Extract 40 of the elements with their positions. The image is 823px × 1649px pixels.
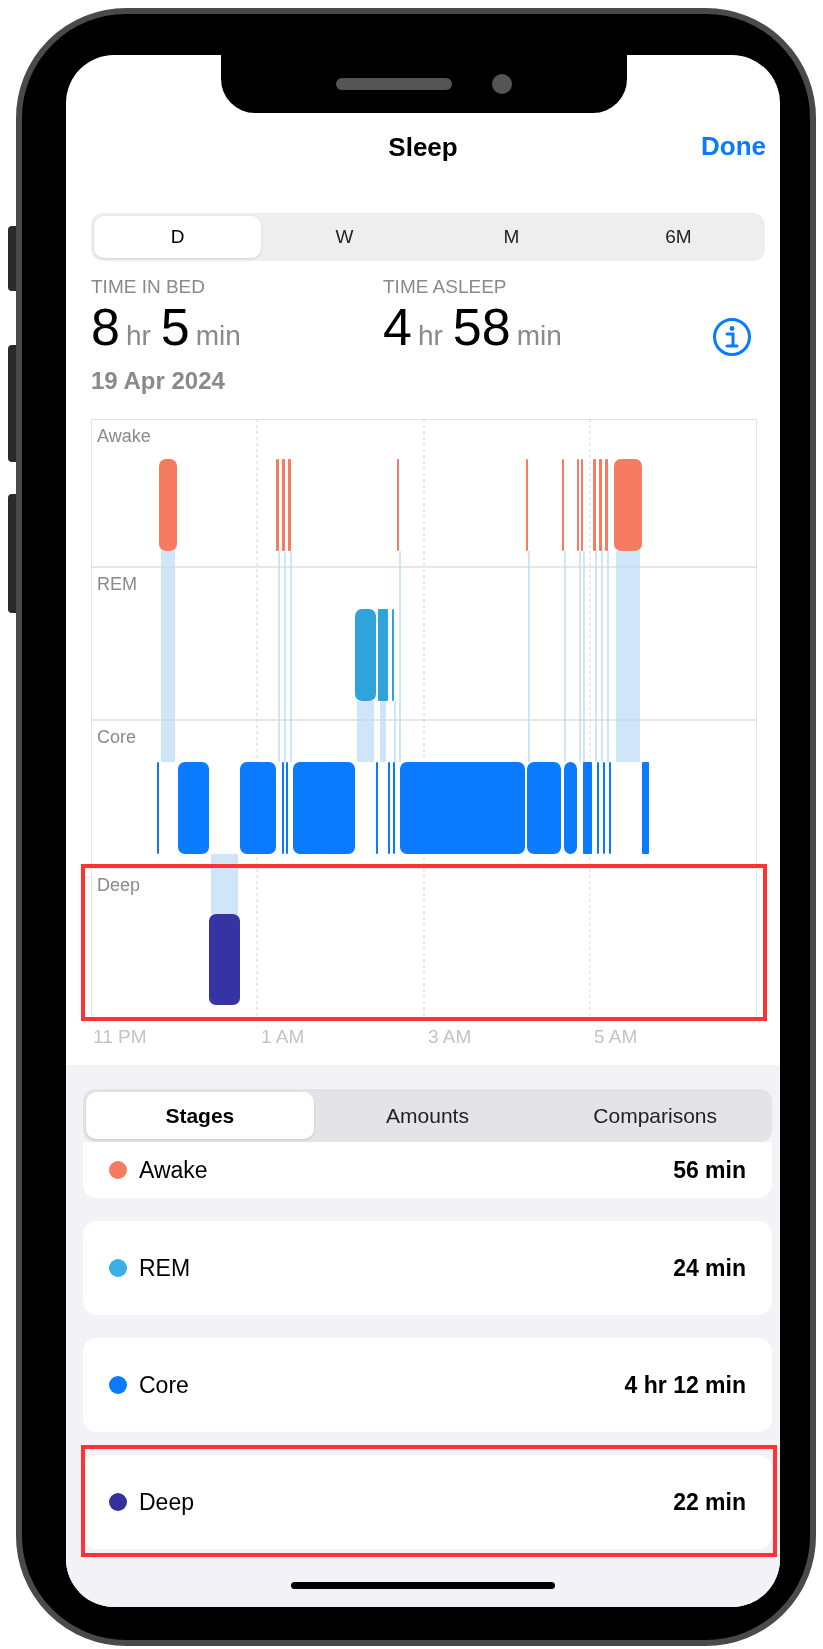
date-label: 19 Apr 2024 bbox=[91, 366, 226, 396]
stage-duration: 56 min bbox=[673, 1155, 746, 1185]
stat-label: TIME ASLEEP bbox=[383, 275, 508, 299]
range-tab[interactable]: M bbox=[428, 216, 595, 258]
stage-duration: 4 hr 12 min bbox=[624, 1370, 746, 1400]
stat-value: 4 bbox=[383, 299, 412, 355]
view-tab[interactable]: Stages bbox=[86, 1092, 314, 1139]
stat-unit: hr bbox=[417, 319, 443, 353]
range-tab[interactable]: W bbox=[261, 216, 428, 258]
range-tab[interactable]: 6M bbox=[595, 216, 762, 258]
stage-transition bbox=[357, 701, 374, 762]
view-tab[interactable]: Comparisons bbox=[541, 1092, 769, 1139]
time-axis-label: 5 AM bbox=[594, 1025, 638, 1049]
stat-unit: min bbox=[195, 319, 241, 353]
time-axis-label: 3 AM bbox=[428, 1025, 472, 1049]
stat-value: 5 bbox=[160, 299, 190, 355]
range-tab[interactable]: D bbox=[94, 216, 261, 258]
stat-value: 8 bbox=[91, 299, 120, 355]
view-tab[interactable]: Amounts bbox=[313, 1092, 542, 1139]
done-button[interactable]: Done bbox=[701, 127, 766, 166]
stage-name: REM bbox=[139, 1253, 191, 1283]
stage-row[interactable]: Core 4 hr 12 min bbox=[83, 1338, 772, 1432]
stage-name: Awake bbox=[139, 1155, 208, 1185]
screen-title: Sleep bbox=[388, 130, 458, 164]
stage-duration: 22 min bbox=[673, 1487, 746, 1517]
stage-name: Core bbox=[139, 1370, 189, 1400]
stat-unit: hr bbox=[125, 319, 151, 353]
stage-row[interactable]: REM 24 min bbox=[83, 1221, 772, 1315]
stage-transition bbox=[211, 854, 238, 914]
stat-value: 58 bbox=[452, 299, 511, 355]
stage-name: Deep bbox=[139, 1487, 194, 1517]
stage-row[interactable]: Awake 56 min bbox=[83, 1142, 772, 1198]
info-icon[interactable] bbox=[712, 317, 752, 357]
stat-unit: min bbox=[516, 319, 562, 353]
time-axis-label: 1 AM bbox=[261, 1025, 305, 1049]
time-axis-label: 11 PM bbox=[93, 1025, 147, 1049]
stage-duration: 24 min bbox=[673, 1253, 746, 1283]
stage-row[interactable]: Deep 22 min bbox=[83, 1455, 772, 1549]
stage-transition bbox=[380, 701, 386, 762]
stat-label: TIME IN BED bbox=[91, 275, 206, 299]
